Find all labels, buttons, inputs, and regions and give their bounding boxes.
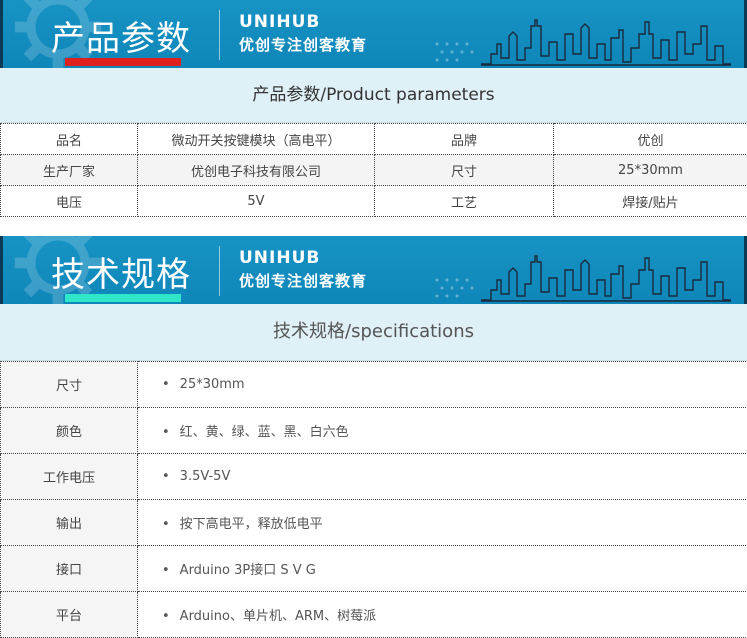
param-value: 5V [138, 186, 375, 217]
table-row: 工作电压 • 3.5V-5V [1, 454, 747, 500]
brand-slogan: 优创专注创客教育 [239, 34, 367, 55]
param-key: 生产厂家 [1, 155, 138, 186]
section-gap [0, 217, 747, 236]
table-row: 接口 • Arduino 3P接口 S V G [1, 546, 747, 592]
spec-value: 3.5V-5V [180, 469, 231, 484]
bullet-icon: • [162, 563, 170, 578]
param-key: 品名 [1, 124, 138, 155]
spec-value: 红、黄、绿、蓝、黑、白六色 [180, 425, 349, 440]
bullet-icon: • [162, 609, 170, 624]
spec-value-cell: • Arduino、单片机、ARM、树莓派 [138, 592, 747, 638]
brand-slogan: 优创专注创客教育 [239, 270, 367, 291]
param-value: 微动开关按键模块（高电平） [138, 124, 375, 155]
section-title-specs: 技术规格/specifications [0, 304, 747, 361]
city-skyline-icon [481, 14, 731, 66]
spec-value-cell: • 按下高电平，释放低电平 [138, 500, 747, 546]
param-value: 25*30mm [554, 155, 747, 186]
product-params-banner: 产品参数 UNIHUB 优创专注创客教育 [0, 0, 747, 68]
params-table: 品名 微动开关按键模块（高电平） 品牌 优创 生产厂家 优创电子科技有限公司 尺… [0, 123, 747, 217]
table-row: 输出 • 按下高电平，释放低电平 [1, 500, 747, 546]
specs-table: 尺寸 • 25*30mm 颜色 • 红、黄、绿、蓝、黑、白六色 工作电压 • 3.5V… [0, 361, 747, 638]
bullet-icon: • [162, 469, 170, 484]
spec-value: Arduino 3P接口 S V G [180, 563, 316, 578]
section-title-params: 产品参数/Product parameters [0, 68, 747, 123]
spec-label: 平台 [1, 592, 138, 638]
param-key: 工艺 [375, 186, 554, 217]
banner-divider [219, 10, 220, 60]
param-key: 尺寸 [375, 155, 554, 186]
banner-divider [219, 246, 220, 296]
table-row: 生产厂家 优创电子科技有限公司 尺寸 25*30mm [1, 155, 747, 186]
bullet-icon: • [162, 517, 170, 532]
spec-label: 输出 [1, 500, 138, 546]
param-key: 品牌 [375, 124, 554, 155]
brand-name: UNIHUB [239, 12, 320, 32]
param-value: 优创电子科技有限公司 [138, 155, 375, 186]
brand-name: UNIHUB [239, 248, 320, 268]
spec-label: 颜色 [1, 408, 138, 454]
title-underline [65, 294, 181, 302]
spec-label: 工作电压 [1, 454, 138, 500]
table-row: 品名 微动开关按键模块（高电平） 品牌 优创 [1, 124, 747, 155]
spec-label: 接口 [1, 546, 138, 592]
param-key: 电压 [1, 186, 138, 217]
spec-value-cell: • Arduino 3P接口 S V G [138, 546, 747, 592]
spec-value: 25*30mm [180, 377, 245, 392]
spec-value: Arduino、单片机、ARM、树莓派 [180, 609, 376, 624]
table-row: 平台 • Arduino、单片机、ARM、树莓派 [1, 592, 747, 638]
spec-label: 尺寸 [1, 362, 138, 408]
city-skyline-icon [481, 250, 731, 302]
spec-value-cell: • 红、黄、绿、蓝、黑、白六色 [138, 408, 747, 454]
param-value: 优创 [554, 124, 747, 155]
banner-title: 产品参数 [51, 11, 191, 60]
tech-specs-banner: 技术规格 UNIHUB 优创专注创客教育 [0, 236, 747, 304]
banner-title: 技术规格 [51, 247, 191, 296]
title-underline [65, 58, 181, 66]
bullet-icon: • [162, 425, 170, 440]
spec-value-cell: • 25*30mm [138, 362, 747, 408]
bullet-icon: • [162, 377, 170, 392]
table-row: 电压 5V 工艺 焊接/贴片 [1, 186, 747, 217]
table-row: 尺寸 • 25*30mm [1, 362, 747, 408]
param-value: 焊接/贴片 [554, 186, 747, 217]
table-row: 颜色 • 红、黄、绿、蓝、黑、白六色 [1, 408, 747, 454]
spec-value: 按下高电平，释放低电平 [180, 517, 323, 532]
spec-value-cell: • 3.5V-5V [138, 454, 747, 500]
